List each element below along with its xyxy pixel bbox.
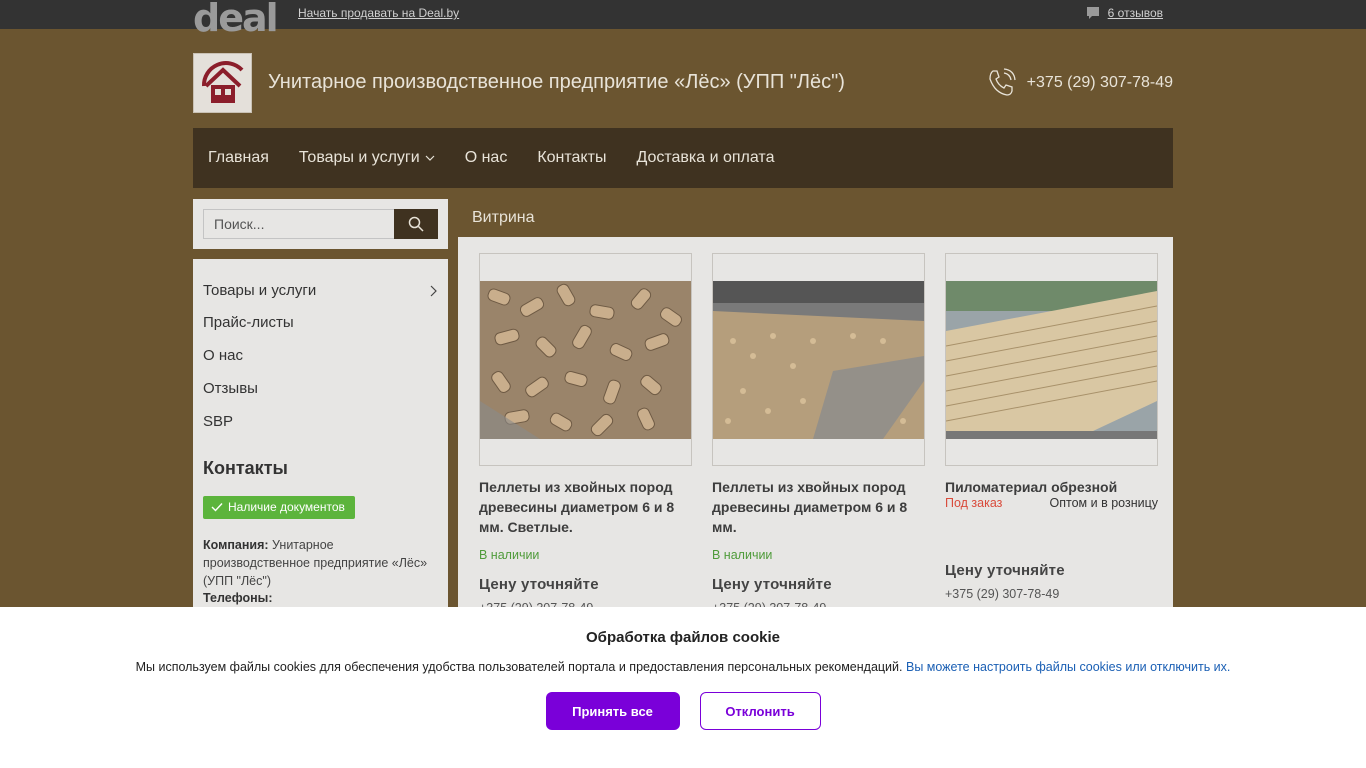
reject-button[interactable]: Отклонить — [699, 692, 821, 730]
availability-status: В наличии — [712, 548, 773, 562]
start-selling-link[interactable]: Начать продавать на Deal.by — [298, 6, 459, 20]
product-card: Пеллеты из хвойных пород древесины диаме… — [712, 253, 925, 615]
product-list: Пеллеты из хвойных пород древесины диаме… — [458, 237, 1173, 615]
nav-item-label: Контакты — [537, 149, 607, 166]
nav-item-label: О нас — [464, 149, 508, 166]
product-name[interactable]: Пеллеты из хвойных пород древесины диаме… — [712, 477, 925, 537]
sidebar-item-price-lists[interactable]: Прайс-листы — [203, 306, 438, 339]
product-image[interactable] — [479, 253, 692, 466]
top-bar: deal Начать продавать на Deal.by 6 отзыв… — [0, 0, 1366, 37]
company-title: Унитарное производственное предприятие «… — [268, 71, 845, 93]
nav-item-label: Главная — [208, 149, 269, 166]
house-logo-icon — [201, 61, 243, 103]
cookie-banner: Обработка файлов cookie Мы используем фа… — [0, 607, 1366, 768]
nav-item-delivery[interactable]: Доставка и оплата — [636, 149, 774, 167]
reviews-link[interactable]: 6 отзывов — [1086, 6, 1163, 20]
sidebar-item-label: Товары и услуги — [203, 282, 317, 299]
product-price: Цену уточняйте — [479, 576, 599, 593]
deal-logo[interactable]: deal — [193, 0, 279, 38]
cookie-settings-link[interactable]: Вы можете настроить файлы cookies или от… — [906, 660, 1230, 674]
search-input[interactable] — [203, 209, 394, 239]
availability-status: Под заказ — [945, 496, 1003, 510]
product-price: Цену уточняйте — [712, 576, 832, 593]
pellets-pile-image — [713, 280, 924, 439]
cookie-buttons: Принять все Отклонить — [0, 692, 1366, 730]
nav-item-label: Доставка и оплата — [636, 149, 775, 166]
sidebar-item-label: SBP — [203, 413, 234, 430]
product-name[interactable]: Пеллеты из хвойных пород древесины диаме… — [479, 477, 692, 537]
sidebar-item-label: О нас — [203, 347, 243, 364]
sidebar-item-about[interactable]: О нас — [203, 339, 438, 372]
check-icon — [211, 503, 223, 512]
product-image[interactable] — [712, 253, 925, 466]
showcase-title: Витрина — [458, 199, 1173, 237]
phones-label: Телефоны: — [203, 591, 273, 605]
chevron-right-icon — [430, 285, 437, 296]
phone-icon — [989, 68, 1016, 96]
reviews-count[interactable]: 6 отзывов — [1108, 6, 1163, 20]
search-button[interactable] — [394, 209, 438, 239]
availability-row: В наличии — [479, 548, 692, 562]
nav-item-products[interactable]: Товары и услуги — [299, 149, 435, 167]
nav-item-label: Товары и услуги — [298, 149, 420, 166]
header-phone-number[interactable]: +375 (29) 307-78-49 — [1027, 74, 1173, 92]
comment-icon — [1086, 7, 1099, 19]
cookie-description: Мы используем файлы cookies для обеспече… — [135, 660, 903, 674]
accept-all-button[interactable]: Принять все — [545, 692, 680, 730]
search-panel — [193, 199, 448, 249]
company-logo[interactable] — [193, 53, 252, 113]
sidebar-item-reviews[interactable]: Отзывы — [203, 372, 438, 405]
main-nav: Главная Товары и услуги О нас Контакты Д… — [193, 128, 1173, 188]
sale-type: Оптом и в розницу — [1049, 496, 1158, 510]
chevron-down-icon — [425, 155, 435, 161]
nav-item-contacts[interactable]: Контакты — [537, 149, 606, 167]
nav-item-about[interactable]: О нас — [465, 149, 508, 167]
header-phone[interactable]: +375 (29) 307-78-49 — [985, 67, 1173, 99]
sidebar-item-products[interactable]: Товары и услуги — [203, 273, 438, 306]
cookie-title: Обработка файлов cookie — [586, 629, 780, 646]
product-card: Пеллеты из хвойных пород древесины диаме… — [479, 253, 692, 615]
availability-row: Под заказ Оптом и в розницу — [945, 496, 1158, 510]
product-image[interactable] — [945, 253, 1158, 466]
availability-status: В наличии — [479, 548, 540, 562]
product-price: Цену уточняйте — [945, 562, 1065, 579]
nav-item-home[interactable]: Главная — [208, 149, 269, 167]
sidebar-item-label: Прайс-листы — [203, 314, 294, 331]
contacts-title: Контакты — [203, 458, 288, 478]
product-phone[interactable]: +375 (29) 307-78-49 — [945, 587, 1158, 601]
documents-badge[interactable]: Наличие документов — [203, 496, 355, 519]
documents-badge-label: Наличие документов — [228, 500, 345, 514]
company-info: Компания: Унитарное производственное пре… — [203, 536, 438, 590]
sidebar-item-label: Отзывы — [203, 380, 258, 397]
product-card: Пиломатериал обрезной Под заказ Оптом и … — [945, 253, 1158, 615]
company-label: Компания: — [203, 538, 269, 552]
lumber-image — [946, 280, 1157, 439]
pellets-image — [480, 280, 691, 439]
availability-row: В наличии — [712, 548, 925, 562]
sidebar-item-sbp[interactable]: SBP — [203, 405, 438, 438]
search-icon — [408, 216, 424, 232]
cookie-text: Мы используем файлы cookies для обеспече… — [0, 660, 1366, 674]
